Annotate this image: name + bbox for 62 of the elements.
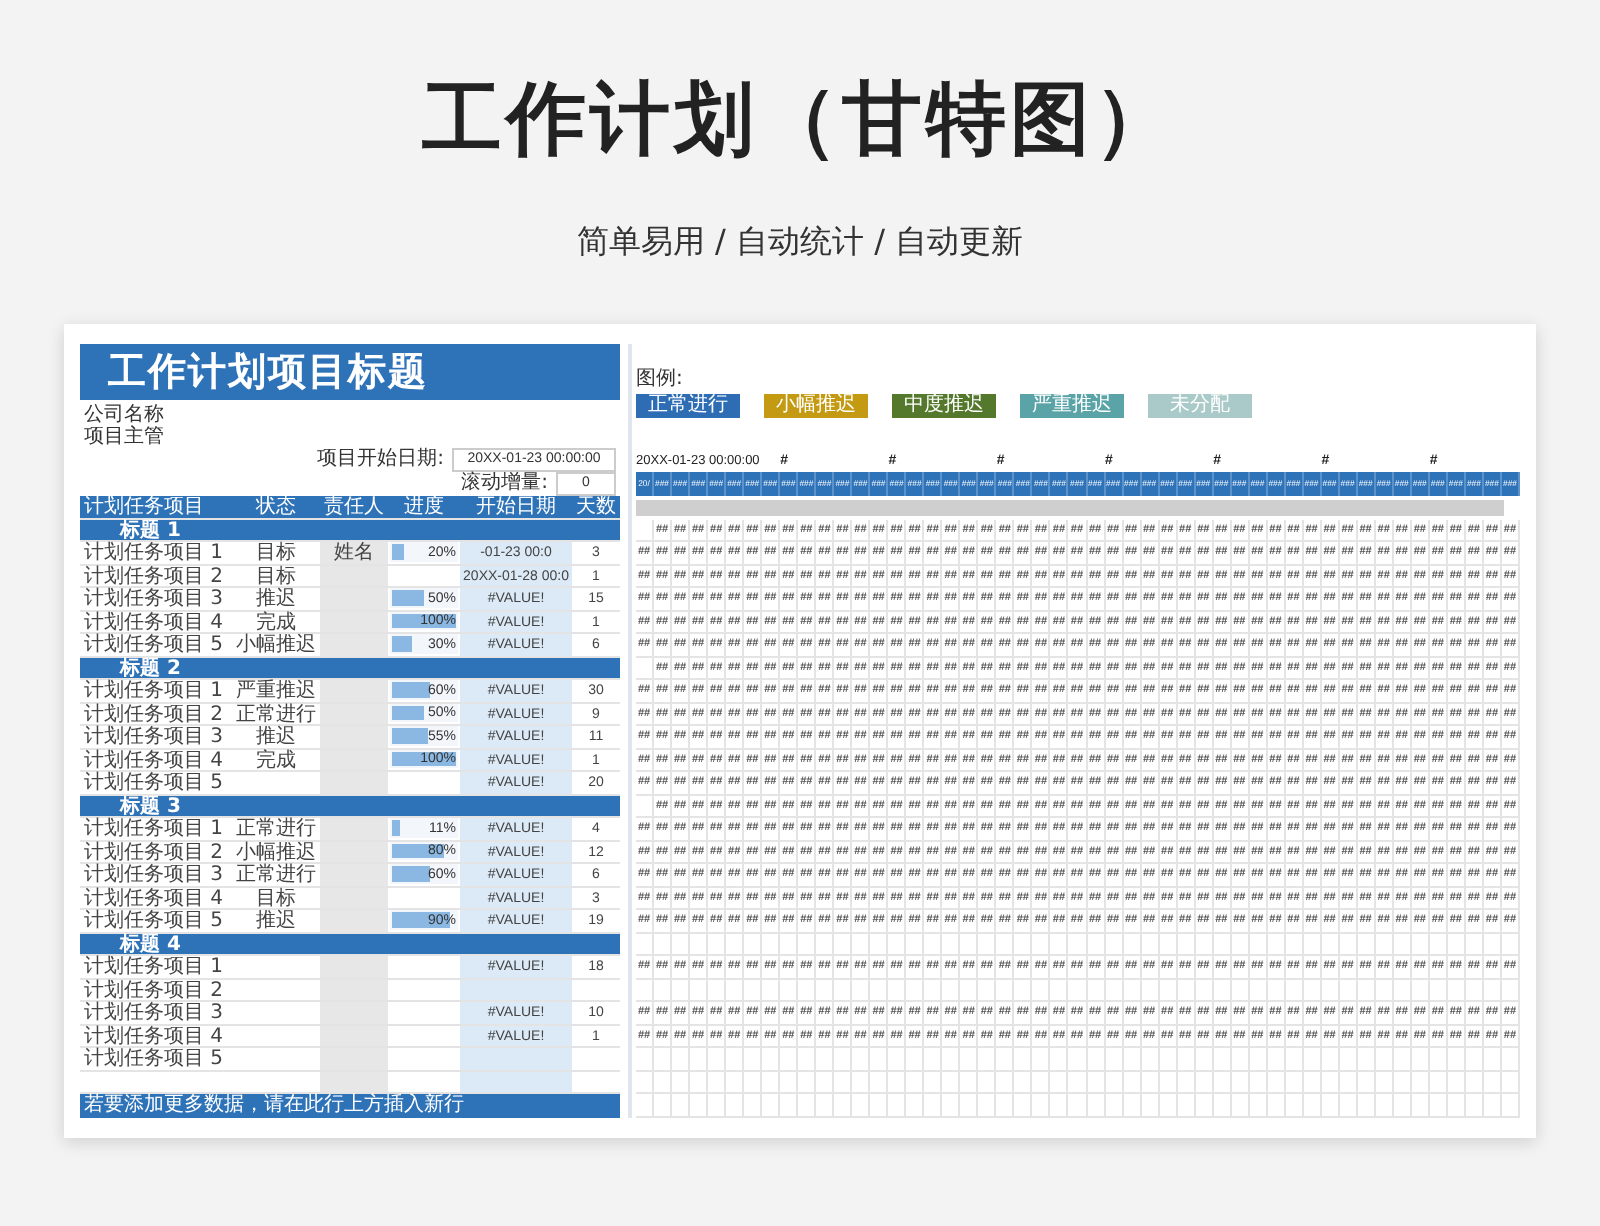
table-cell-text: 计划任务项目 1 (82, 680, 226, 701)
column-header: 责任人 (322, 496, 386, 517)
column-header: 计划任务项目 (82, 496, 206, 517)
increment-label: 滚动增量: (461, 472, 548, 494)
start-date-label: 项目开始日期: (317, 448, 444, 470)
column-header: 状态 (254, 496, 298, 517)
legend-chip: 严重推迟 (1020, 394, 1124, 418)
table-cell-text: 目标 (254, 887, 298, 908)
table-cell-text: 计划任务项目 1 (82, 542, 226, 563)
table-cell-text: 严重推迟 (234, 680, 318, 701)
table-cell-text: 计划任务项目 4 (82, 611, 226, 632)
table-cell-text: 小幅推迟 (234, 841, 318, 862)
sheet-title: 工作计划项目标题 (80, 344, 620, 400)
table-cell-text: 计划任务项目 3 (82, 588, 226, 609)
table-cell-text: 完成 (254, 749, 298, 770)
table-cell-text: 计划任务项目 5 (82, 772, 226, 793)
group-heading: 标题 2 (80, 657, 620, 680)
company-label: 公司名称 (84, 404, 164, 426)
page-title: 工作计划（甘特图） (422, 72, 1178, 170)
table-cell-text: 完成 (254, 611, 298, 632)
column-header: 进度 (402, 496, 446, 517)
table-cell-text: 计划任务项目 2 (82, 703, 226, 724)
legend-chip: 未分配 (1148, 394, 1252, 418)
table-cell-text: 计划任务项目 3 (82, 1002, 226, 1023)
group-heading: 标题 1 (80, 519, 620, 542)
table-cell-text: 推迟 (254, 726, 298, 747)
table-cell-text: 推迟 (254, 910, 298, 931)
legend-label: 图例: (636, 368, 683, 390)
column-header: 开始日期 (474, 496, 558, 517)
table-cell-text: 计划任务项目 3 (82, 864, 226, 885)
table-cell-text: 计划任务项目 4 (82, 749, 226, 770)
table-cell-text: 计划任务项目 4 (82, 887, 226, 908)
group-heading: 标题 4 (80, 933, 620, 956)
table-cell-text: 计划任务项目 2 (82, 565, 226, 586)
table-cell-text: 计划任务项目 5 (82, 1048, 226, 1069)
table-cell-text: 目标 (254, 565, 298, 586)
legend-chip: 正常进行 (636, 394, 740, 418)
group-heading: 标题 3 (80, 795, 620, 818)
table-cell-text: 计划任务项目 1 (82, 956, 226, 977)
table-cell-text: 正常进行 (234, 818, 318, 839)
table-cell-text: 计划任务项目 2 (82, 841, 226, 862)
manager-label: 项目主管 (84, 426, 164, 448)
table-cell (460, 1048, 572, 1069)
table-cell-text: 计划任务项目 5 (82, 634, 226, 655)
legend-chip: 小幅推迟 (764, 394, 868, 418)
column-header: 天数 (574, 496, 618, 517)
legend-chip: 中度推迟 (892, 394, 996, 418)
table-cell-text: 计划任务项目 2 (82, 979, 226, 1000)
table-cell-text: 计划任务项目 1 (82, 818, 226, 839)
table-cell-text: 小幅推迟 (234, 634, 318, 655)
table-cell-text: 正常进行 (234, 864, 318, 885)
table-cell-text: 计划任务项目 3 (82, 726, 226, 747)
table-cell-text: 目标 (254, 542, 298, 563)
table-cell-text: 计划任务项目 5 (82, 910, 226, 931)
table-cell (460, 1071, 572, 1092)
tagline: 简单易用 / 自动统计 / 自动更新 (576, 220, 1024, 264)
table-cell-text: 推迟 (254, 588, 298, 609)
table-cell: 姓名 (320, 542, 388, 563)
table-cell-text: 计划任务项目 4 (82, 1025, 226, 1046)
table-cell-text: 正常进行 (234, 703, 318, 724)
footer-note: 若要添加更多数据，请在此行上方插入新行 (80, 1094, 620, 1118)
table-cell (460, 979, 572, 1000)
